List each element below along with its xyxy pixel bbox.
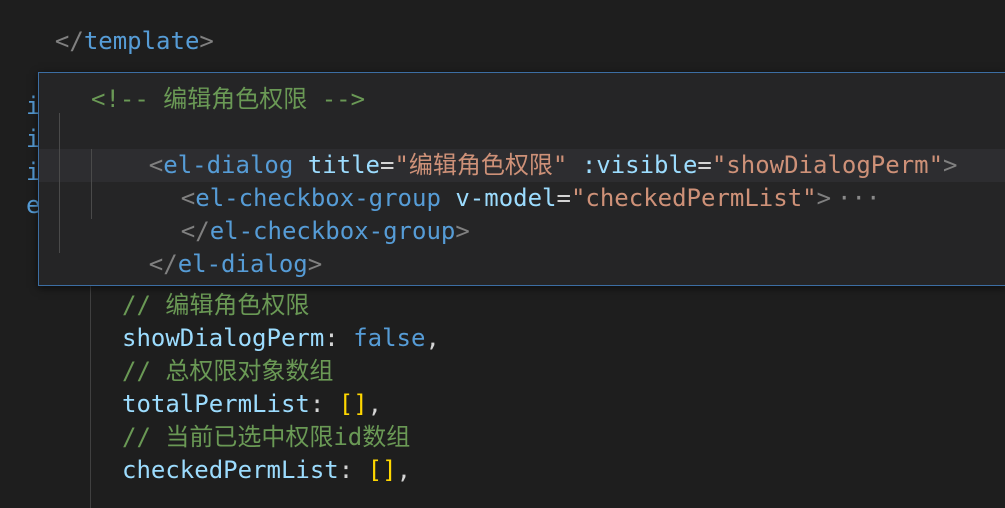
- comment-edit-role-perm: // 编辑角色权限: [122, 291, 310, 319]
- prop-showDialogPerm: showDialogPerm: false,: [122, 324, 440, 352]
- prop-totalPermList: totalPermList: [],: [122, 390, 383, 418]
- sticky-scroll-overlay[interactable]: <!-- 编辑角色权限 --> <el-dialog title="编辑角色权限…: [38, 72, 1005, 286]
- comment-total-perm: // 总权限对象数组: [122, 357, 334, 385]
- overlay-checkbox-group-open[interactable]: <el-checkbox-group v-model="checkedPermL…: [123, 149, 881, 212]
- prop-checkedPermList: checkedPermList: [],: [122, 456, 412, 484]
- overlay-el-dialog-open[interactable]: <el-dialog title="编辑角色权限" :visible="show…: [91, 116, 958, 179]
- overlay-indent-guide-1: [59, 113, 60, 253]
- overlay-checkbox-group-close: </el-checkbox-group>: [180, 217, 470, 245]
- indent-guide: [90, 285, 91, 508]
- overlay-el-dialog-close: </el-dialog>: [148, 250, 323, 278]
- comment-checked-perm: // 当前已选中权限id数组: [122, 423, 411, 451]
- overlay-comment: <!-- 编辑角色权限 -->: [91, 85, 366, 113]
- code-line-close-template: </template>: [54, 27, 214, 55]
- overlay-div-close: </div>: [59, 248, 204, 285]
- folded-ellipsis[interactable]: ···: [837, 184, 880, 212]
